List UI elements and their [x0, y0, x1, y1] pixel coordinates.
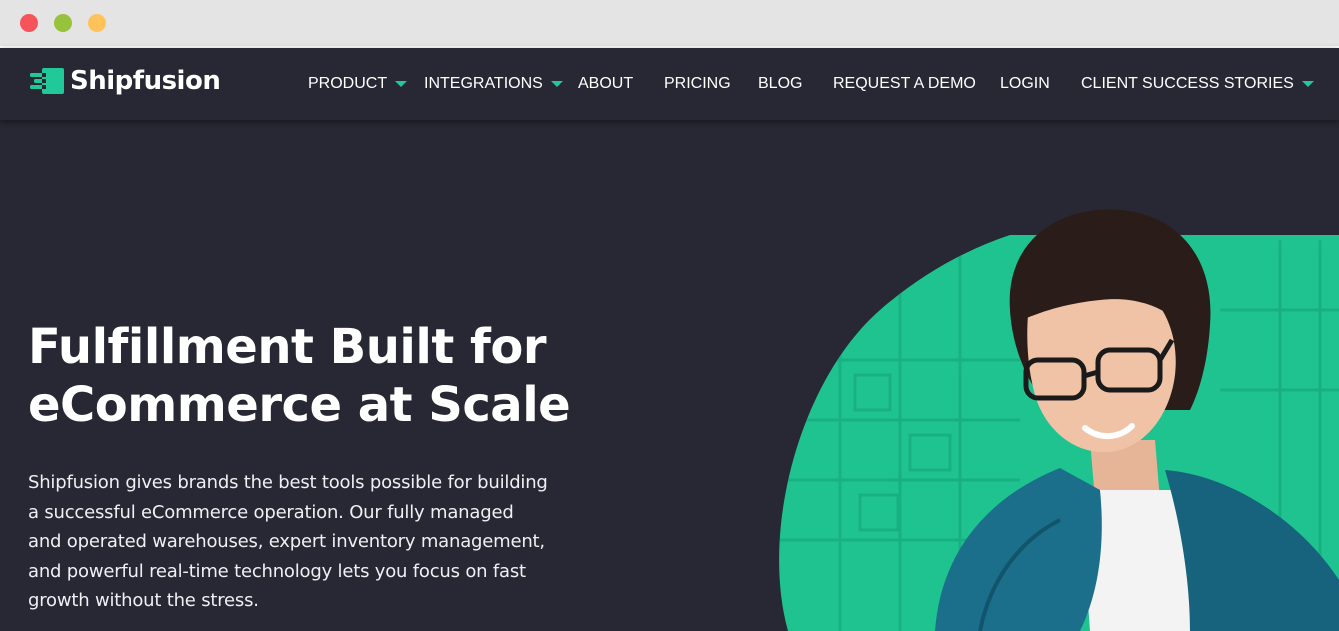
hero-description-line: growth without the stress.: [28, 590, 259, 611]
nav-item-label: REQUEST A DEMO: [833, 75, 976, 92]
hero-title-line: eCommerce at Scale: [28, 377, 571, 433]
window-titlebar: [0, 0, 1339, 48]
minimize-window-button[interactable]: [54, 14, 72, 32]
hero-description-line: and operated warehouses, expert inventor…: [28, 531, 545, 552]
nav-item-label: PRICING: [664, 75, 731, 92]
nav-item-label: ABOUT: [578, 75, 634, 92]
hero-description-line: and powerful real-time technology lets y…: [28, 560, 526, 582]
chevron-down-icon: [550, 81, 563, 87]
hero-description-line: Shipfusion gives brands the best tools p…: [28, 472, 548, 493]
woman-with-glasses-photo: [779, 209, 1339, 631]
nav-item-login[interactable]: LOGIN: [1000, 48, 1050, 120]
close-window-button[interactable]: [20, 14, 38, 32]
shipfusion-logo-icon: [30, 68, 64, 94]
site-header: Shipfusion PRODUCT INTEGRATIONS ABOUT PR…: [0, 48, 1339, 120]
nav-item-label: INTEGRATIONS: [424, 75, 543, 92]
nav-item-label: PRODUCT: [308, 75, 388, 92]
nav-item-label: BLOG: [758, 75, 803, 92]
nav-item-product[interactable]: PRODUCT: [308, 48, 408, 120]
nav-item-label: LOGIN: [1000, 75, 1050, 92]
hero-description: Shipfusion gives brands the best tools p…: [28, 468, 568, 616]
browser-window: Shipfusion PRODUCT INTEGRATIONS ABOUT PR…: [0, 0, 1339, 631]
nav-item-client-success-stories[interactable]: CLIENT SUCCESS STORIES: [1081, 48, 1314, 120]
nav-item-blog[interactable]: BLOG: [758, 48, 802, 120]
zoom-window-button[interactable]: [88, 14, 106, 32]
hero-title-line: Fulfillment Built for: [28, 319, 547, 375]
nav-item-integrations[interactable]: INTEGRATIONS: [424, 48, 563, 120]
chevron-down-icon: [1301, 81, 1314, 87]
chevron-down-icon: [395, 81, 408, 87]
nav-item-request-demo[interactable]: REQUEST A DEMO: [833, 48, 976, 120]
shipfusion-logo[interactable]: Shipfusion: [28, 66, 221, 96]
nav-item-pricing[interactable]: PRICING: [664, 48, 731, 120]
brand-name: Shipfusion: [70, 66, 221, 96]
hero-description-line: a successful eCommerce operation. Our fu…: [28, 501, 514, 523]
nav-item-about[interactable]: ABOUT: [578, 48, 633, 120]
nav-item-label: CLIENT SUCCESS STORIES: [1081, 75, 1294, 92]
hero-title: Fulfillment Built for eCommerce at Scale: [28, 318, 648, 434]
